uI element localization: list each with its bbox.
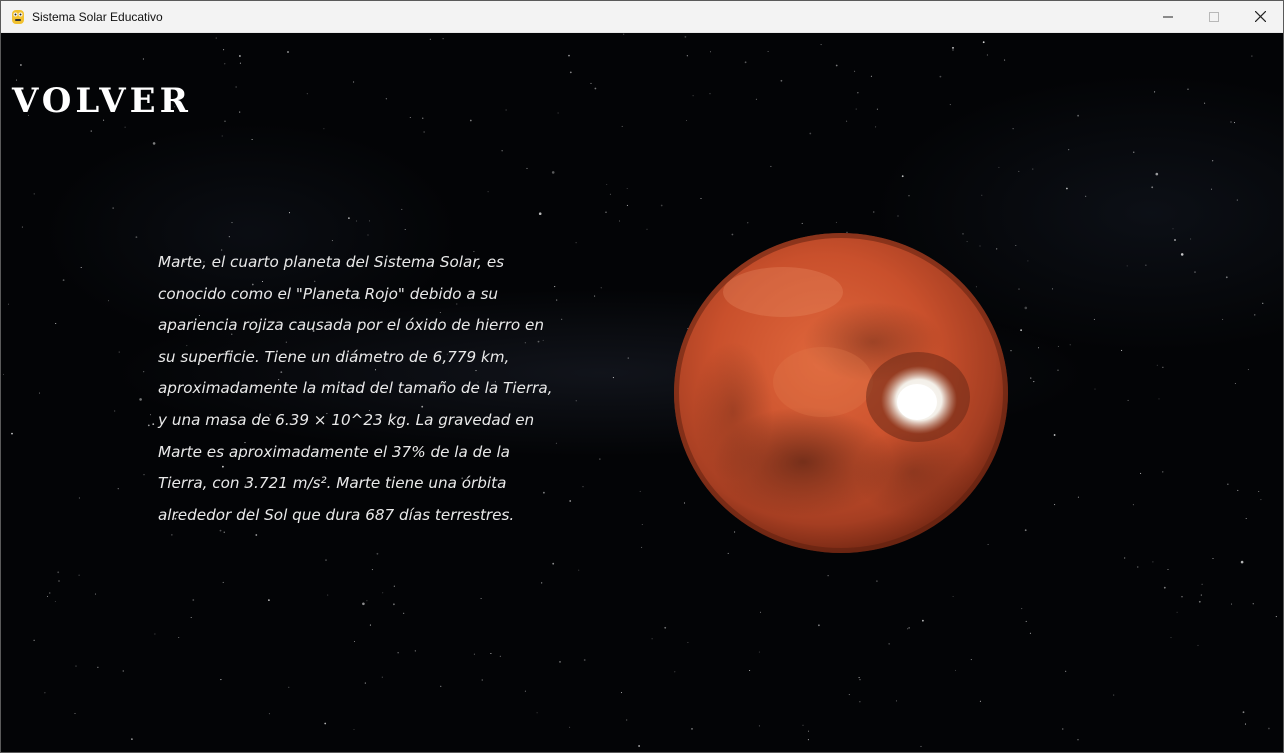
window-controls <box>1145 1 1283 32</box>
close-button[interactable] <box>1237 1 1283 32</box>
close-icon <box>1254 11 1266 22</box>
maximize-icon <box>1209 11 1219 22</box>
minimize-button[interactable] <box>1145 1 1191 32</box>
mars-planet-image <box>674 233 1008 553</box>
planet-info-screen: VOLVER Marte, el cuarto planeta del Sist… <box>1 33 1283 752</box>
maximize-button[interactable] <box>1191 1 1237 32</box>
minimize-icon <box>1163 16 1173 17</box>
window-title: Sistema Solar Educativo <box>32 9 163 24</box>
title-bar[interactable]: Sistema Solar Educativo <box>1 1 1283 33</box>
python-icon <box>10 9 26 25</box>
back-button[interactable]: VOLVER <box>12 84 192 118</box>
planet-description: Marte, el cuarto planeta del Sistema Sol… <box>158 253 553 524</box>
app-window: Sistema Solar Educativo VOLVER Marte, el… <box>0 0 1284 753</box>
